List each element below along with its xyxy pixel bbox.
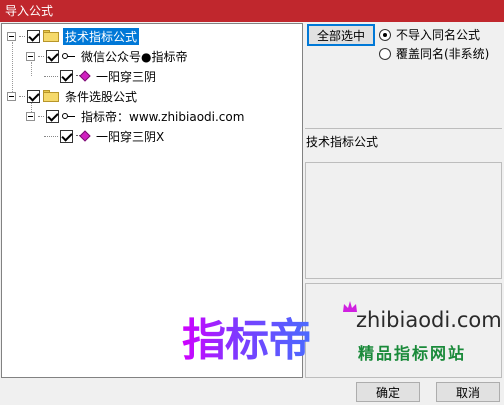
formula-type-label: 技术指标公式: [306, 135, 379, 149]
group-1-label[interactable]: 技术指标公式: [63, 27, 140, 45]
group-2-label[interactable]: 条件选股公式: [63, 88, 139, 105]
tree-connector: [19, 95, 25, 97]
tree-connector: [38, 115, 44, 117]
description-box: [305, 162, 502, 279]
collapse-icon[interactable]: [7, 31, 16, 41]
formula-gem-icon: [76, 130, 91, 142]
radio-skip-indicator[interactable]: [379, 28, 391, 41]
formula-gem-icon: [76, 70, 91, 82]
author-1-checkbox[interactable]: [46, 49, 59, 63]
tree-node-item-2[interactable]: 一阳穿三阴X: [44, 127, 166, 145]
ok-button[interactable]: 确定: [356, 382, 420, 402]
select-all-button[interactable]: 全部选中: [307, 24, 375, 46]
group-1-checkbox[interactable]: [27, 29, 40, 43]
author-1-label[interactable]: 微信公众号●指标帝: [79, 48, 189, 65]
radio-overwrite-label: 覆盖同名(非系统): [396, 47, 490, 61]
folder-icon: [43, 30, 59, 42]
tree-node-group-2[interactable]: 条件选股公式: [7, 87, 139, 105]
tree-node-group-1[interactable]: 技术指标公式: [7, 27, 140, 45]
tree-connector: [44, 75, 58, 77]
window-title: 导入公式: [5, 4, 54, 18]
radio-skip-duplicates[interactable]: 不导入同名公式: [379, 26, 480, 43]
collapse-icon[interactable]: [26, 51, 35, 61]
item-1-label[interactable]: 一阳穿三阴: [94, 68, 158, 85]
brand-watermark: 指标帝 zhibiaodi.com 精品指标网站: [182, 300, 502, 375]
item-2-label[interactable]: 一阳穿三阴X: [94, 128, 166, 145]
tree-connector: [44, 135, 58, 137]
tree-node-item-1[interactable]: 一阳穿三阴: [44, 67, 158, 85]
group-2-checkbox[interactable]: [27, 89, 40, 103]
brand-logo-text: 指标帝: [182, 304, 312, 368]
key-icon: [62, 53, 75, 59]
radio-overwrite-duplicates[interactable]: 覆盖同名(非系统): [379, 45, 489, 62]
brand-slogan: 精品指标网站: [358, 344, 467, 363]
tree-node-author-1[interactable]: 微信公众号●指标帝: [26, 47, 189, 65]
author-2-label[interactable]: 指标帝：www.zhibiaodi.com: [79, 108, 246, 125]
radio-skip-label: 不导入同名公式: [396, 28, 481, 42]
key-icon: [62, 113, 75, 119]
window-titlebar: 导入公式: [0, 0, 504, 22]
tree-node-author-2[interactable]: 指标帝：www.zhibiaodi.com: [26, 107, 246, 125]
collapse-icon[interactable]: [26, 111, 35, 121]
brand-url: zhibiaodi.com: [356, 308, 502, 332]
tree-connector: [19, 35, 25, 37]
tree-connector: [38, 55, 44, 57]
item-2-checkbox[interactable]: [60, 129, 73, 143]
author-2-checkbox[interactable]: [46, 109, 59, 123]
radio-overwrite-indicator[interactable]: [379, 47, 391, 60]
item-1-checkbox[interactable]: [60, 69, 73, 83]
folder-icon: [43, 90, 59, 102]
collapse-icon[interactable]: [7, 91, 16, 101]
cancel-button[interactable]: 取消: [436, 382, 500, 402]
